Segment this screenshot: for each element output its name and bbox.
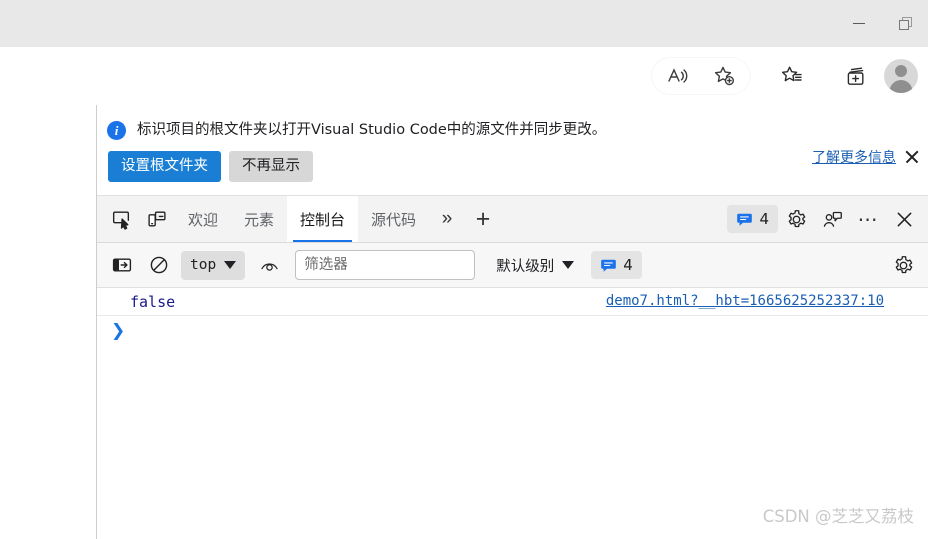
- clear-console-icon: [149, 255, 169, 275]
- tab-welcome[interactable]: 欢迎: [175, 196, 231, 242]
- gear-icon: [786, 209, 807, 230]
- prompt-chevron-icon: ❯: [111, 320, 126, 341]
- close-icon: [895, 210, 914, 229]
- read-aloud-icon: [666, 64, 690, 88]
- device-toolbar-button[interactable]: [139, 201, 175, 237]
- console-sidebar-toggle-button[interactable]: [105, 250, 139, 280]
- toolbar-pill-group: [652, 58, 750, 94]
- set-root-folder-button[interactable]: 设置根文件夹: [108, 151, 221, 182]
- infobar-message-row: i 标识项目的根文件夹以打开Visual Studio Code中的源文件并同步…: [97, 105, 928, 140]
- restore-icon: [898, 17, 912, 30]
- console-message-count: 4: [623, 256, 633, 274]
- tabbar-message-count: 4: [759, 210, 769, 228]
- more-tabs-button[interactable]: »: [429, 201, 465, 237]
- devtools-infobar: i 标识项目的根文件夹以打开Visual Studio Code中的源文件并同步…: [97, 105, 928, 196]
- inspect-cursor-icon: [110, 208, 132, 230]
- minimize-button[interactable]: [836, 0, 882, 47]
- infobar-message: 标识项目的根文件夹以打开Visual Studio Code中的源文件并同步更改…: [137, 122, 607, 138]
- tab-elements[interactable]: 元素: [231, 196, 287, 242]
- browser-toolbar: [0, 47, 928, 106]
- watermark: CSDN @芝芝又荔枝: [762, 507, 914, 526]
- window-titlebar: [0, 0, 928, 48]
- tab-welcome-label: 欢迎: [188, 210, 219, 229]
- info-icon: i: [107, 121, 126, 140]
- add-favorite-button[interactable]: [702, 58, 746, 94]
- web-page-viewport[interactable]: [0, 105, 96, 539]
- tab-sources-label: 源代码: [371, 210, 417, 229]
- tab-sources[interactable]: 源代码: [358, 196, 429, 242]
- star-plus-icon: [712, 64, 736, 88]
- infobar-actions: 设置根文件夹 不再显示: [97, 140, 928, 182]
- message-bubble-icon: [736, 211, 753, 228]
- execution-context-selector[interactable]: top: [181, 250, 246, 280]
- message-bubble-icon: [600, 257, 617, 274]
- console-message-count-badge[interactable]: 4: [591, 251, 642, 279]
- tab-console[interactable]: 控制台: [287, 196, 359, 242]
- more-options-button[interactable]: ⋯: [850, 201, 886, 237]
- console-output[interactable]: false demo7.html?__hbt=1665625252337:10 …: [97, 288, 928, 536]
- device-toolbar-icon: [146, 208, 168, 230]
- feedback-person-icon: [822, 209, 843, 230]
- inspect-element-button[interactable]: [103, 201, 139, 237]
- log-level-label: 默认级别: [496, 258, 555, 275]
- favorites-button[interactable]: [770, 58, 814, 94]
- dont-show-again-button[interactable]: 不再显示: [229, 151, 313, 182]
- eye-icon: [259, 255, 280, 276]
- devtools-panel: i 标识项目的根文件夹以打开Visual Studio Code中的源文件并同步…: [97, 105, 928, 539]
- read-aloud-button[interactable]: [656, 58, 700, 94]
- console-settings-button[interactable]: [886, 250, 920, 280]
- chevron-down-icon: [224, 261, 237, 269]
- tabbar-message-count-badge[interactable]: 4: [727, 205, 778, 233]
- console-message-source-link[interactable]: demo7.html?__hbt=1665625252337:10: [606, 293, 884, 309]
- tab-console-label: 控制台: [300, 210, 346, 229]
- filter-input[interactable]: [295, 250, 476, 280]
- customize-devtools-button[interactable]: [814, 201, 850, 237]
- restore-button[interactable]: [882, 0, 928, 47]
- console-message-value: false: [130, 292, 176, 311]
- window-controls: [836, 0, 928, 47]
- gear-icon: [893, 255, 914, 276]
- collections-button[interactable]: [834, 58, 878, 94]
- favorites-icon: [780, 64, 804, 88]
- clear-console-button[interactable]: [142, 250, 176, 280]
- live-expression-button[interactable]: [252, 250, 286, 280]
- avatar[interactable]: [884, 59, 918, 93]
- infobar-right-group: 了解更多信息: [812, 147, 920, 167]
- devtools-settings-button[interactable]: [778, 201, 814, 237]
- console-toolbar: top 默认级别: [97, 243, 928, 288]
- close-icon[interactable]: [904, 149, 920, 165]
- execution-context-label: top: [190, 257, 217, 273]
- collections-add-icon: [844, 64, 868, 88]
- add-tab-button[interactable]: +: [465, 201, 501, 237]
- chevron-down-icon: [562, 261, 575, 269]
- devtools-tabbar: 欢迎 元素 控制台 源代码 » + 4 ⋯: [97, 196, 928, 243]
- log-level-selector[interactable]: 默认级别: [488, 250, 582, 280]
- console-prompt-row[interactable]: ❯: [97, 316, 928, 346]
- browser-window: i 标识项目的根文件夹以打开Visual Studio Code中的源文件并同步…: [0, 0, 928, 539]
- learn-more-link[interactable]: 了解更多信息: [812, 147, 896, 167]
- minimize-icon: [853, 23, 865, 24]
- sidebar-panel-icon: [112, 255, 132, 275]
- tab-elements-label: 元素: [244, 210, 275, 229]
- close-devtools-button[interactable]: [886, 201, 922, 237]
- console-message-row[interactable]: false demo7.html?__hbt=1665625252337:10: [97, 288, 928, 316]
